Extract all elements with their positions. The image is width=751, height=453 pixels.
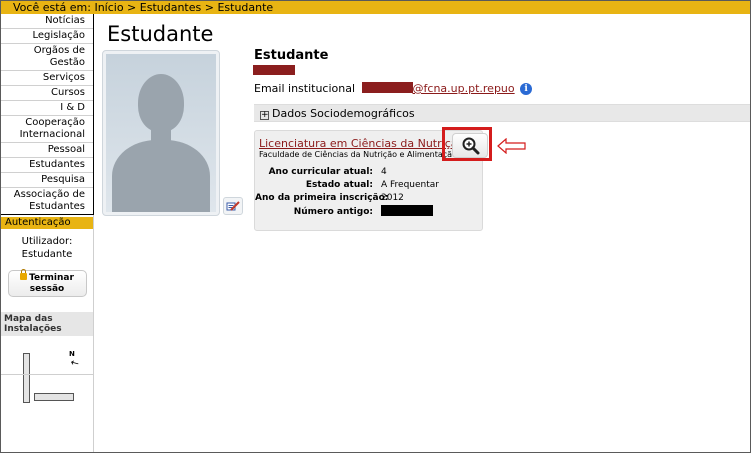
detail-value-status: A Frequentar <box>381 180 439 190</box>
redacted-old-number <box>381 205 433 216</box>
sidebar-item-cooperacao[interactable]: Cooperação Internacional <box>1 116 93 143</box>
user-value: Estudante <box>21 249 73 260</box>
user-label: Utilizador: <box>21 236 73 247</box>
course-details: Ano curricular atual: 4 Estado atual: A Fr… <box>255 166 455 218</box>
compass-north-icon: ↖ <box>68 356 82 371</box>
email-row: Email institucional @fcna.up.pt.repuo i <box>254 82 533 95</box>
map-building-horizontal <box>34 393 74 401</box>
breadcrumb: Você está em: Início > Estudantes > Estu… <box>1 1 750 14</box>
sidebar-item-pessoal[interactable]: Pessoal <box>1 143 93 158</box>
detail-row: Número antigo: <box>255 205 455 218</box>
map-building-vertical <box>23 353 30 403</box>
edit-photo-icon <box>226 201 240 211</box>
detail-label-first-enrollment: Ano da primeira inscrição: <box>255 193 389 203</box>
sidebar-item-servicos[interactable]: Serviços <box>1 71 93 86</box>
highlight-box <box>442 127 492 161</box>
course-link[interactable]: Licenciatura em Ciências da Nutrição <box>259 137 464 150</box>
info-icon[interactable]: i <box>520 83 533 95</box>
expand-icon: + <box>260 110 269 120</box>
edit-photo-button[interactable] <box>223 197 243 215</box>
redacted-student-name <box>253 65 295 75</box>
logout-label: Terminar sessão <box>29 273 74 294</box>
detail-row: Ano da primeira inscrição:2012 <box>255 192 455 205</box>
student-photo <box>102 50 220 216</box>
detail-label-old-number: Número antigo: <box>293 207 373 217</box>
sociodemographic-section-toggle[interactable]: + Dados Sociodemográficos <box>254 104 750 122</box>
sidebar-item-legislacao[interactable]: Legislação <box>1 29 93 44</box>
logout-button[interactable]: Terminar sessão <box>7 269 87 297</box>
detail-value-curricular-year: 4 <box>381 167 387 177</box>
email-label: Email institucional <box>254 82 356 95</box>
auth-user-info: Utilizador: Estudante <box>1 235 93 261</box>
sidebar-item-associacao[interactable]: Associação de Estudantes <box>1 188 93 214</box>
detail-label-curricular-year: Ano curricular atual: <box>268 167 373 177</box>
redacted-email-user <box>361 82 413 93</box>
email-link[interactable]: @fcna.up.pt.repuo <box>359 82 515 95</box>
sidebar-item-cursos[interactable]: Cursos <box>1 86 93 101</box>
avatar-shoulders <box>112 140 210 212</box>
course-faculty: Faculdade de Ciências da Nutrição e Alim… <box>259 150 457 159</box>
auth-heading: Autenticação <box>1 217 93 229</box>
detail-value-first-enrollment: 2012 <box>381 193 404 203</box>
email-domain: @fcna.up.pt.repuo <box>412 82 515 95</box>
sidebar-item-noticias[interactable]: Notícias <box>1 14 93 29</box>
sidebar-item-id[interactable]: I & D <box>1 101 93 116</box>
page-title: Estudante <box>107 22 214 46</box>
facilities-map[interactable]: N ↖ <box>1 336 94 414</box>
detail-label-status: Estado atual: <box>305 180 373 190</box>
sidebar-divider <box>1 374 94 375</box>
detail-row: Ano curricular atual: 4 <box>255 166 455 179</box>
student-name-heading: Estudante <box>254 48 329 63</box>
avatar-placeholder <box>106 54 216 212</box>
map-heading: Mapa das Instalações <box>1 312 93 336</box>
sidebar-item-orgaos-gestao[interactable]: Orgãos de Gestão <box>1 44 93 71</box>
sidebar-nav: Notícias Legislação Orgãos de Gestão Ser… <box>1 14 94 215</box>
sidebar-item-estudantes[interactable]: Estudantes <box>1 158 93 173</box>
sidebar-item-pesquisa[interactable]: Pesquisa <box>1 173 93 188</box>
detail-row: Estado atual: A Frequentar <box>255 179 455 192</box>
sidebar: Notícias Legislação Orgãos de Gestão Ser… <box>1 14 94 452</box>
lock-icon <box>20 269 28 280</box>
avatar-head <box>138 74 184 132</box>
arrow-left-icon <box>497 138 526 154</box>
sociodemographic-label: Dados Sociodemográficos <box>272 107 415 120</box>
